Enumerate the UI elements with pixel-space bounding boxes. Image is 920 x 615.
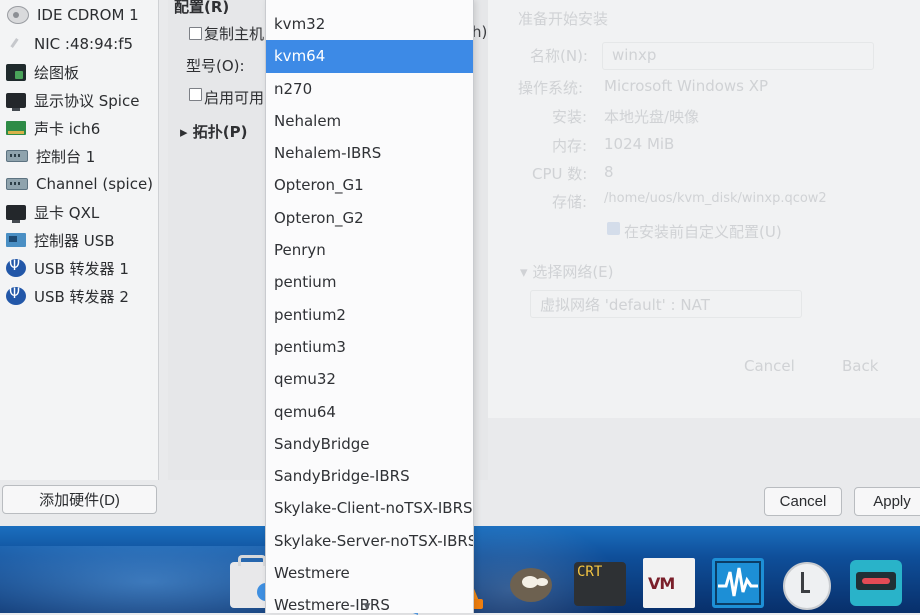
- cpu-model-option[interactable]: Opteron_G1: [266, 169, 473, 201]
- display-icon: [6, 205, 26, 223]
- scroll-down-icon[interactable]: ▼: [361, 602, 373, 612]
- cpu-model-option[interactable]: Nehalem: [266, 105, 473, 137]
- add-hardware-button[interactable]: 添加硬件(D): [2, 485, 157, 514]
- hardware-list-item-label: USB 转发器 1: [34, 259, 129, 278]
- hardware-list-item[interactable]: 绘图板: [0, 58, 158, 86]
- cpu-model-option[interactable]: qemu64: [266, 396, 473, 428]
- tape-icon[interactable]: [850, 560, 902, 606]
- cpu-model-list: kvm32 kvm64 n270 Nehalem Nehalem-IBRS Opteron…: [266, 8, 473, 613]
- copy-host-label-tail: h): [472, 23, 488, 41]
- network-icon: [6, 36, 26, 52]
- serial-icon: [6, 150, 28, 162]
- cpu-model-option[interactable]: Skylake-Server-noTSX-IBRS: [266, 525, 473, 557]
- hardware-list-item-label: 控制器 USB: [34, 231, 115, 250]
- hardware-list-item[interactable]: 控制器 USB: [0, 226, 158, 254]
- hardware-list-item[interactable]: USB 转发器 1: [0, 254, 158, 282]
- gimp-icon[interactable]: [502, 560, 558, 608]
- hardware-list-item[interactable]: 显示协议 Spice: [0, 86, 158, 114]
- hardware-list-panel: IDE CDROM 1 NIC :48:94:f5 绘图板显示协议 Spice 声卡 …: [0, 0, 159, 480]
- copy-host-checkbox[interactable]: [189, 27, 202, 40]
- cpu-model-option[interactable]: pentium: [266, 266, 473, 298]
- waveform-graphic: [715, 561, 761, 605]
- cpu-model-option[interactable]: Penryn: [266, 234, 473, 266]
- cdrom-icon: [7, 6, 29, 24]
- apply-button[interactable]: Apply: [854, 487, 920, 516]
- cpu-model-option[interactable]: n270: [266, 73, 473, 105]
- usb-icon: [6, 258, 26, 277]
- copy-host-label: 复制主机: [204, 25, 265, 43]
- cpu-security-checkbox[interactable]: [189, 88, 202, 101]
- cpu-model-option[interactable]: Westmere: [266, 557, 473, 589]
- timeshift-icon[interactable]: [781, 560, 833, 610]
- hardware-list-item-label: 显示协议 Spice: [34, 91, 140, 110]
- vm-icon-label: VM: [648, 574, 675, 593]
- hardware-list-item[interactable]: 显卡 QXL: [0, 198, 158, 226]
- cpu-model-option[interactable]: qemu32: [266, 363, 473, 395]
- cpu-model-option[interactable]: SandyBridge-IBRS: [266, 460, 473, 492]
- hardware-list-item-label: IDE CDROM 1: [37, 6, 139, 24]
- hardware-list-item[interactable]: 声卡 ich6: [0, 114, 158, 142]
- config-section-label: 配置(R): [174, 0, 230, 16]
- hardware-list-item-label: USB 转发器 2: [34, 287, 129, 306]
- topology-label: 拓扑(P): [192, 123, 248, 141]
- hardware-list-item[interactable]: 控制台 1: [0, 142, 158, 170]
- hardware-list-item[interactable]: IDE CDROM 1: [0, 0, 158, 30]
- serial-icon: [6, 178, 28, 190]
- cpu-model-option[interactable]: pentium3: [266, 331, 473, 363]
- cpu-model-option[interactable]: Opteron_G2: [266, 202, 473, 234]
- cpu-model-option[interactable]: Nehalem-IBRS: [266, 137, 473, 169]
- usb-controller-icon: [6, 233, 26, 247]
- cancel-button[interactable]: Cancel: [764, 487, 842, 516]
- expander-arrow-icon: ▸: [180, 123, 193, 141]
- usb-icon: [6, 286, 26, 305]
- hardware-list-item[interactable]: NIC :48:94:f5: [0, 30, 158, 58]
- hardware-list-item[interactable]: Channel (spice): [0, 170, 158, 198]
- cpu-model-dropdown[interactable]: kvm32 kvm64 n270 Nehalem Nehalem-IBRS Opteron…: [265, 0, 474, 613]
- hardware-list-item-label: Channel (spice): [36, 175, 154, 193]
- hardware-list-item[interactable]: USB 转发器 2: [0, 282, 158, 310]
- cpu-model-option[interactable]: kvm64: [266, 40, 473, 73]
- topology-expander[interactable]: ▸ 拓扑(P): [180, 121, 247, 142]
- hardware-list-item-label: NIC :48:94:f5: [34, 35, 134, 53]
- hardware-list-item-label: 绘图板: [34, 63, 80, 82]
- cpu-model-option[interactable]: pentium2: [266, 299, 473, 331]
- hardware-list-item-label: 显卡 QXL: [34, 203, 100, 222]
- hardware-list-item-label: 控制台 1: [36, 147, 96, 166]
- cpu-model-option[interactable]: Skylake-Client-noTSX-IBRS: [266, 492, 473, 524]
- crt-icon-label: CRT: [577, 564, 603, 580]
- waveform-icon[interactable]: [712, 558, 764, 608]
- tablet-icon: [6, 63, 26, 81]
- wizard-overlay: [482, 0, 920, 418]
- hardware-list-item-label: 声卡 ich6: [34, 119, 101, 138]
- cpu-model-option[interactable]: SandyBridge: [266, 428, 473, 460]
- cpu-model-label: 型号(O):: [186, 57, 245, 75]
- display-icon: [6, 93, 26, 111]
- sound-card-icon: [6, 121, 26, 135]
- cpu-model-option[interactable]: kvm32: [266, 8, 473, 40]
- hardware-list: IDE CDROM 1 NIC :48:94:f5 绘图板显示协议 Spice 声卡 …: [0, 0, 158, 310]
